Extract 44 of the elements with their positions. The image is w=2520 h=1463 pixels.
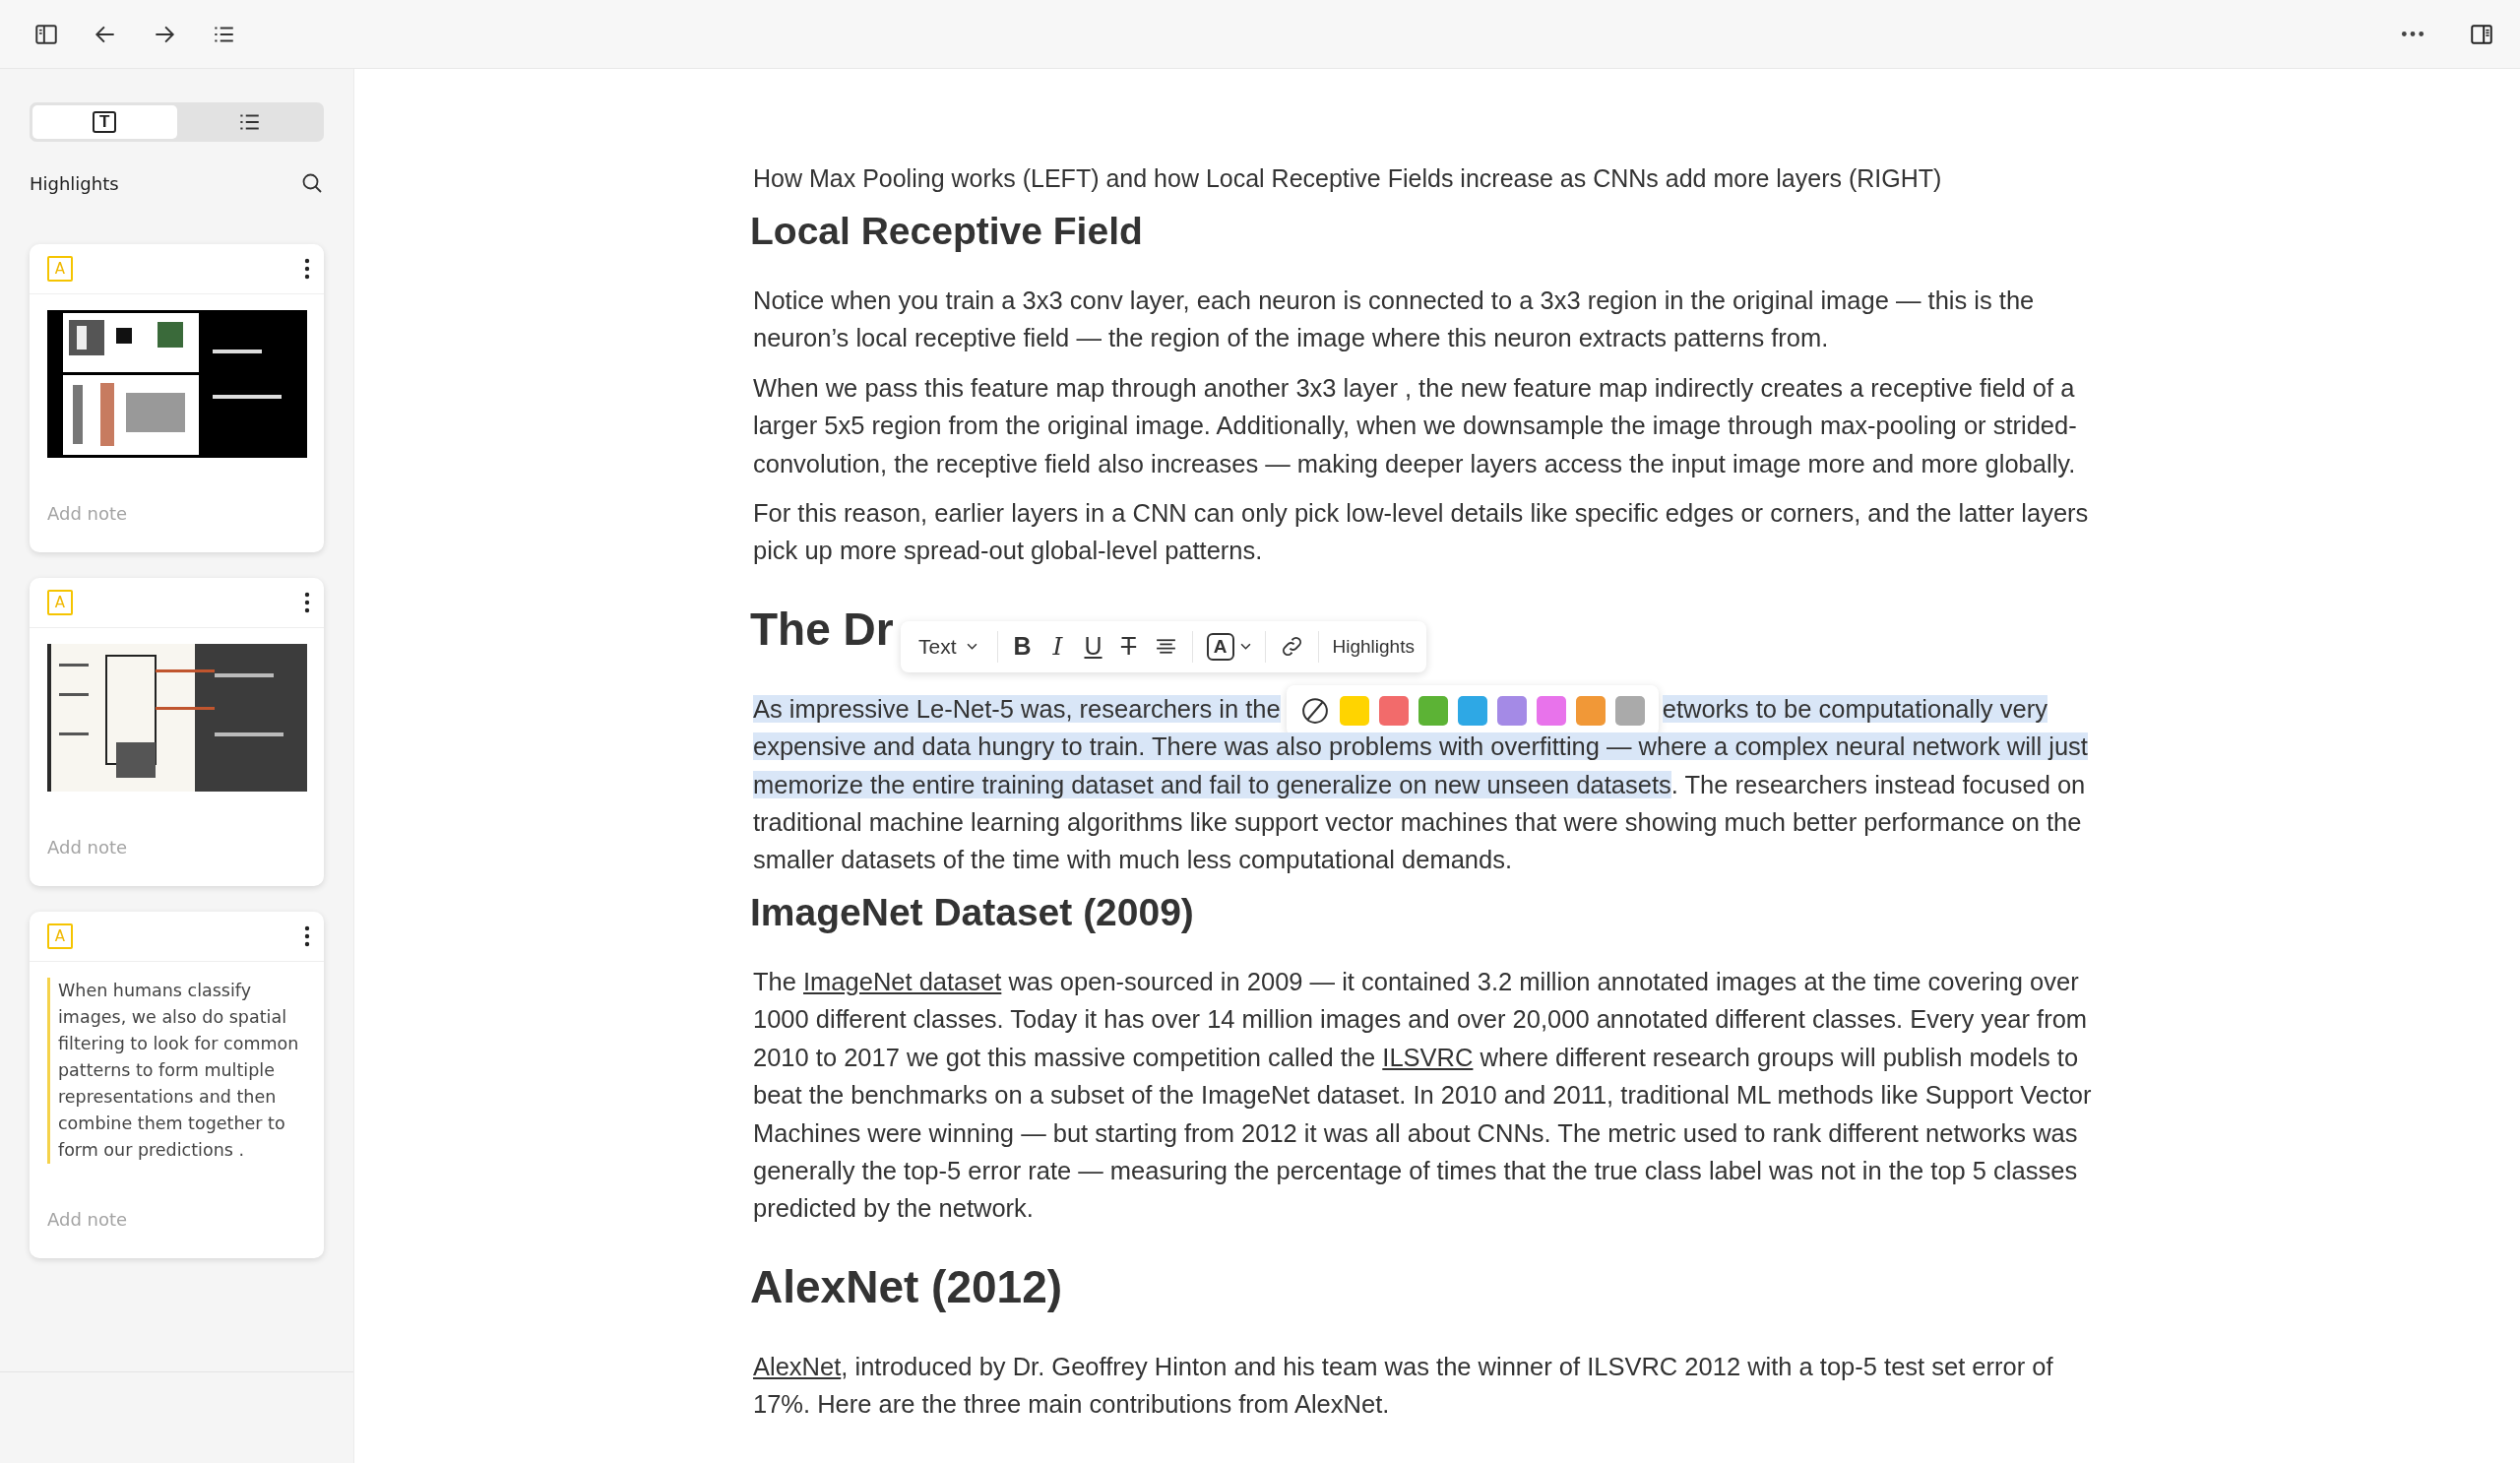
caret-icon[interactable]: [1239, 643, 1251, 651]
highlights-title: Highlights: [30, 172, 119, 194]
text-style-dropdown[interactable]: Text: [913, 634, 983, 659]
color-swatch[interactable]: [1457, 696, 1487, 727]
italic-button[interactable]: I: [1046, 632, 1069, 662]
link[interactable]: ILSVRC: [1382, 1043, 1474, 1071]
chapter-heading: AlexNet (2012): [750, 1259, 1063, 1314]
no-color-icon[interactable]: [1299, 696, 1330, 727]
search-icon[interactable]: [300, 171, 324, 195]
image-caption: How Max Pooling works (LEFT) and how Local Receptive Fields increase as CNNs add more layers (RIGHT): [753, 164, 1943, 193]
highlights-button[interactable]: Highlights: [1332, 635, 1415, 658]
section-heading: Local Receptive Field: [750, 210, 1144, 253]
color-swatch[interactable]: [1378, 696, 1409, 727]
kebab-menu-icon[interactable]: [304, 258, 310, 280]
color-swatch[interactable]: [1496, 696, 1527, 727]
highlight-badge: A: [47, 256, 73, 282]
paragraph: Notice when you train a 3x3 conv layer, each neuron is connected to a 3x3 region in the original image — this is the neuron’s local receptive field — the region of the image where this neuron extracts patterns from.: [753, 286, 2036, 354]
paragraph: The ImageNet dataset was open-sourced in 2009 — it contained 3.2 million annotated images at the time covering over 1000 different classes. Today it has over 14 million images and over 20,000 annotated different classes. Every year from 2010 to 2017 we got this massive competition called the ILSVRC where different research groups will publish models to beat the benchmarks on a subset of the ImageNet dataset. In 2010 and 2011, traditional ML methods like Support Vector Machines were winning — but starting from 2012 it was all about CNNs. The metric used to rank different networks was generally the top-5 error rate — measuring the percentage of times that the true class label was not in the top 5 classes predicted by the network.: [753, 966, 2093, 1225]
color-swatch[interactable]: [1536, 696, 1566, 727]
strikethrough-button[interactable]: T: [1117, 632, 1140, 662]
kebab-menu-icon[interactable]: [304, 925, 310, 947]
caret-icon: [966, 643, 977, 651]
add-note-field[interactable]: Add note: [47, 1207, 244, 1231]
color-swatch[interactable]: [1614, 696, 1645, 727]
highlight-badge: A: [47, 590, 73, 615]
link[interactable]: ImageNet dataset: [803, 967, 1002, 995]
paragraph: When we pass this feature map through another 3x3 layer , the new feature map indirectly creates a receptive field of a larger 5x5 region from the original image. Additionally, when we downsample the image through max-pooling or strided-convolution, the receptive field also increases — making deeper layers access the input image more and more globally.: [753, 372, 2078, 479]
add-note-field[interactable]: Add note: [47, 835, 244, 859]
color-swatch[interactable]: [1575, 696, 1606, 727]
font-color-button[interactable]: A: [1206, 632, 1234, 661]
highlight-badge: A: [47, 923, 73, 949]
paragraph: AlexNet, introduced by Dr. Geoffrey Hinton and his team was the winner of ILSVRC 2012 with a top-5 test set error of 17%. Here are the three main contributions from AlexNet.: [753, 1351, 2054, 1421]
text-view-tab[interactable]: T: [32, 105, 177, 139]
color-swatch[interactable]: [1339, 696, 1369, 727]
color-swatch[interactable]: [1418, 696, 1448, 727]
bold-button[interactable]: B: [1011, 632, 1034, 662]
highlight-quote: When humans classify images, we also do spatial filtering to look for common patterns to form multiple representations and then combine them together to form our predictions .: [47, 978, 306, 1164]
kebab-menu-icon[interactable]: [304, 592, 310, 613]
paragraph: For this reason, earlier layers in a CNN can only pick low-level details like specific edges or corners, and the latter layers pick up more spread-out global-level patterns.: [753, 498, 2090, 567]
underline-button[interactable]: U: [1082, 632, 1104, 662]
chapter-heading: The Dr: [750, 602, 894, 657]
more-icon[interactable]: [2400, 30, 2426, 38]
add-note-field[interactable]: Add note: [47, 501, 244, 525]
section-heading: ImageNet Dataset (2009): [750, 890, 1195, 934]
